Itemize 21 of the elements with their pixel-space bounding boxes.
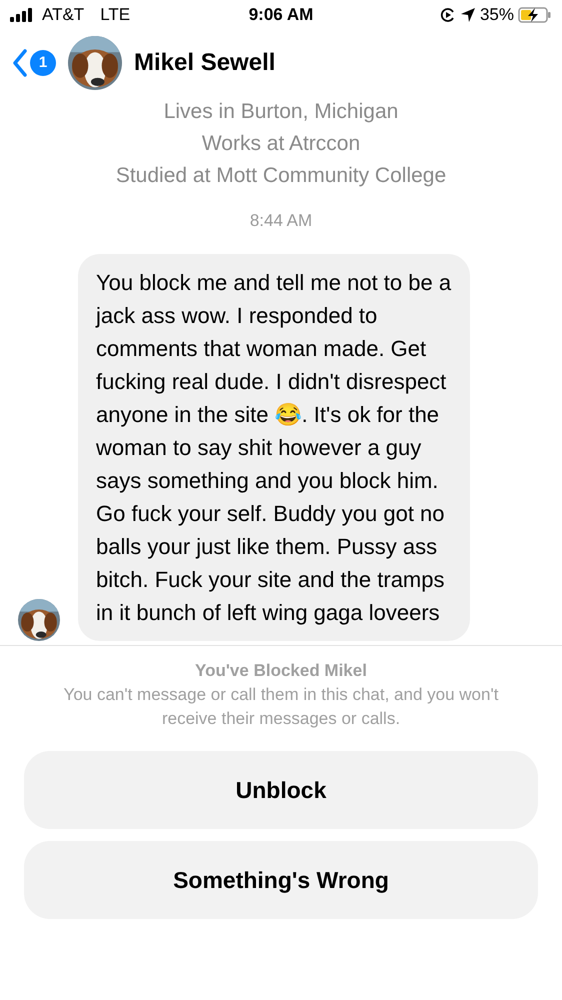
rotation-lock-icon (440, 7, 456, 23)
profile-info-text: Studied at Mott Community College (116, 163, 446, 189)
action-button[interactable]: Something's Wrong (24, 841, 538, 919)
message-bubble: You block me and tell me not to be a jack ass wow. I responded to comments that woman made. Get fucking real dude. I didn't disrespect anyone in the site 😂. It's ok for the woman to say shit however a guy says something and you block him. Go fuck your self. Buddy you got no balls your just like them. Pussy ass bitch. Fuck your site and the tramps in it bunch of left wing gaga loveers (78, 254, 470, 640)
location-icon (460, 7, 476, 23)
profile-info-text: Works at Atrccon (202, 131, 360, 157)
message-timestamp: 8:44 AM (250, 210, 312, 232)
carrier-label: AT&T (42, 4, 84, 26)
contact-name[interactable]: Mikel Sewell (134, 45, 276, 81)
signal-icon (10, 8, 34, 22)
profile-info-text: Lives in Burton, Michigan (164, 99, 398, 125)
network-label: LTE (100, 4, 130, 26)
unread-badge: 1 (30, 50, 56, 76)
action-button[interactable]: Unblock (24, 751, 538, 829)
clock: 9:06 AM (248, 4, 314, 26)
blocked-title: You've Blocked Mikel (195, 660, 367, 682)
battery-percent: 35% (480, 4, 514, 26)
blocked-description: You can't message or call them in this chat, and you won't receive their messages or calls. (62, 684, 500, 730)
charging-battery-icon (518, 7, 552, 23)
back-button[interactable]: 1 (12, 49, 56, 77)
back-chevron-icon (12, 49, 28, 77)
